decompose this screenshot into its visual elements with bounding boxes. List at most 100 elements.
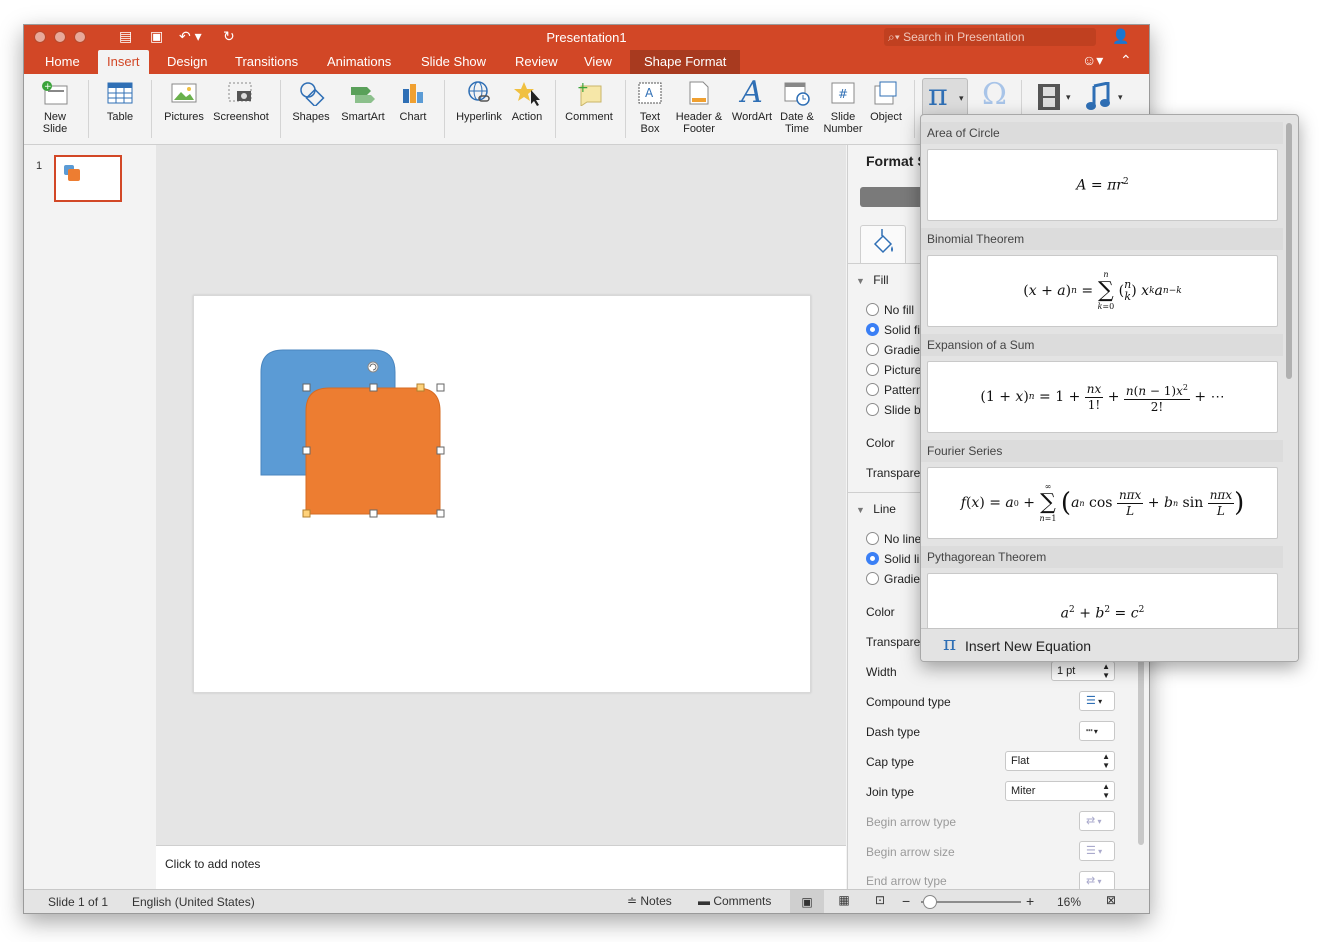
comment-button[interactable]: + Comment [562, 78, 616, 123]
grid-view-icon: ▦ [838, 893, 850, 907]
equation-binomial-theorem[interactable]: (x + a) n = n ∑ k=0 (n k) x k a n−k [927, 255, 1278, 327]
dash-type-label: Dash type [866, 725, 921, 739]
chart-button[interactable]: Chart [392, 78, 434, 123]
tab-slide-show[interactable]: Slide Show [412, 50, 495, 74]
gradient-fill-radio[interactable] [866, 343, 879, 356]
slide-number-button[interactable]: # Slide Number [820, 78, 866, 135]
tab-design[interactable]: Design [158, 50, 216, 74]
object-button[interactable]: Object [866, 78, 906, 123]
chevron-down-icon: ▾ [1095, 877, 1102, 886]
chevron-down-icon: ▾ [1091, 727, 1098, 736]
slide-thumbnail-pane: 1 [24, 145, 158, 890]
notes-placeholder: Click to add notes [165, 857, 261, 871]
fill-line-tab[interactable] [860, 225, 906, 264]
comments-toggle-label: Comments [713, 894, 772, 908]
ribbon-divider [280, 80, 281, 138]
text-box-button[interactable]: A Text Box [632, 78, 668, 135]
insert-new-equation-button[interactable]: π Insert New Equation [921, 628, 1298, 661]
equation-header-fourier-series: Fourier Series [921, 440, 1283, 462]
dash-type-dropdown[interactable]: ┅ ▾ [1079, 721, 1115, 741]
share-user-icon[interactable]: 👤 [1112, 28, 1129, 45]
tab-view[interactable]: View [575, 50, 621, 74]
action-label: Action [511, 111, 543, 123]
end-arrow-type-dropdown[interactable]: ⇄ ▾ [1079, 871, 1115, 891]
paint-bucket-icon [873, 229, 893, 254]
video-button[interactable]: ▾ [1036, 82, 1076, 112]
action-button[interactable]: Action [507, 78, 547, 123]
pattern-fill-label: Pattern [884, 383, 923, 397]
slide-thumbnail[interactable] [54, 155, 122, 202]
equation-pythagorean-theorem[interactable]: a2 + b2 = c2 [927, 573, 1278, 635]
slide-canvas[interactable] [193, 295, 811, 693]
equation-expansion-of-sum[interactable]: (1 + x) n = 1 + nx 1! + n(n − 1)x2 2! + ⋯ [927, 361, 1278, 433]
wordart-button[interactable]: A WordArt [728, 78, 776, 124]
tab-review[interactable]: Review [506, 50, 567, 74]
zoom-in-button[interactable]: + [1026, 893, 1034, 909]
equation-fourier-series[interactable]: f(x) = a0 + ∞ ∑ n=1 (a n cos nπx L + bn sin … [927, 467, 1278, 539]
slide-sorter-button[interactable]: ▦ [832, 893, 856, 907]
begin-arrow-size-dropdown[interactable]: ☰ ▾ [1079, 841, 1115, 861]
insert-new-equation-label: Insert New Equation [965, 638, 1092, 654]
new-slide-button[interactable]: + New Slide [32, 78, 78, 135]
equation-gallery-scrollbar[interactable] [1286, 123, 1292, 379]
tab-animations[interactable]: Animations [318, 50, 400, 74]
no-fill-radio[interactable] [866, 303, 879, 316]
solid-fill-radio[interactable] [866, 323, 879, 336]
collapse-ribbon-icon[interactable]: ⌃ [1120, 52, 1132, 69]
equation-dropdown-icon[interactable]: ▾ [959, 93, 964, 104]
zoom-out-button[interactable]: − [902, 893, 910, 909]
width-stepper[interactable]: 1 pt ▲ ▼ [1051, 661, 1115, 681]
screenshot-button[interactable]: Screenshot [210, 78, 272, 123]
hyperlink-button[interactable]: Hyperlink [452, 78, 506, 123]
shapes-button[interactable]: Shapes [288, 78, 334, 123]
begin-arrow-type-dropdown[interactable]: ⇄ ▾ [1079, 811, 1115, 831]
gradient-line-radio[interactable] [866, 572, 879, 585]
join-type-select[interactable]: Miter ▲ ▼ [1005, 781, 1115, 801]
slide-background-fill-radio[interactable] [866, 403, 879, 416]
no-line-radio[interactable] [866, 532, 879, 545]
rotate-handle-icon[interactable] [367, 361, 379, 373]
table-button[interactable]: Table [98, 78, 142, 123]
zoom-slider-thumb[interactable] [923, 895, 937, 909]
language-status[interactable]: English (United States) [132, 895, 255, 909]
tab-home[interactable]: Home [36, 50, 89, 74]
format-pane-title: Format S [866, 153, 927, 169]
header-footer-button[interactable]: Header & Footer [672, 78, 726, 135]
zoom-level[interactable]: 16% [1057, 895, 1081, 909]
normal-view-button[interactable]: ▣ [790, 890, 824, 913]
compound-type-dropdown[interactable]: ☰ ▾ [1079, 691, 1115, 711]
fill-section-label: Fill [873, 273, 889, 287]
smartart-button[interactable]: SmartArt [338, 78, 388, 123]
hyperlink-icon [464, 78, 494, 108]
symbol-button[interactable]: Ω [979, 78, 1013, 118]
new-slide-label-2: Slide [42, 123, 68, 135]
slide-number-icon: # [828, 78, 858, 108]
symbol-omega-icon: Ω [982, 77, 1007, 112]
notes-toggle-button[interactable]: ≐ Notes [627, 894, 672, 908]
cap-type-select[interactable]: Flat ▲ ▼ [1005, 751, 1115, 771]
tab-insert[interactable]: Insert [98, 50, 149, 74]
comments-toggle-button[interactable]: ▬ Comments [698, 894, 771, 908]
width-stepper-arrows-icon[interactable]: ▲ ▼ [1102, 662, 1110, 680]
tab-shape-format[interactable]: Shape Format [630, 50, 741, 74]
fit-to-window-button[interactable]: ⊠ [1106, 893, 1116, 907]
audio-button[interactable]: ▾ [1086, 81, 1126, 112]
gradient-fill-label: Gradier [884, 343, 925, 357]
tab-transitions[interactable]: Transitions [226, 50, 307, 74]
orange-rounded-rectangle[interactable] [305, 387, 441, 515]
fill-expand-icon: ▼ [856, 276, 865, 286]
notes-pane[interactable]: Click to add notes [156, 845, 846, 890]
picture-fill-radio[interactable] [866, 363, 879, 376]
presenter-view-button[interactable]: ⊡ [868, 893, 892, 907]
equation-button[interactable]: π ▾ [922, 78, 968, 118]
pattern-fill-radio[interactable] [866, 383, 879, 396]
solid-line-radio[interactable] [866, 552, 879, 565]
equation-area-of-circle[interactable]: A = πr2 [927, 149, 1278, 221]
text-box-label-1: Text [639, 111, 661, 123]
smiley-feedback-icon[interactable]: ☺▾ [1082, 52, 1103, 69]
ribbon-divider [555, 80, 556, 138]
pictures-button[interactable]: Pictures [160, 78, 208, 123]
date-time-button[interactable]: Date & Time [777, 78, 817, 135]
search-input[interactable]: ⌕▾ Search in Presentation [884, 28, 1096, 46]
line-transparency-label: Transparen [866, 635, 927, 649]
